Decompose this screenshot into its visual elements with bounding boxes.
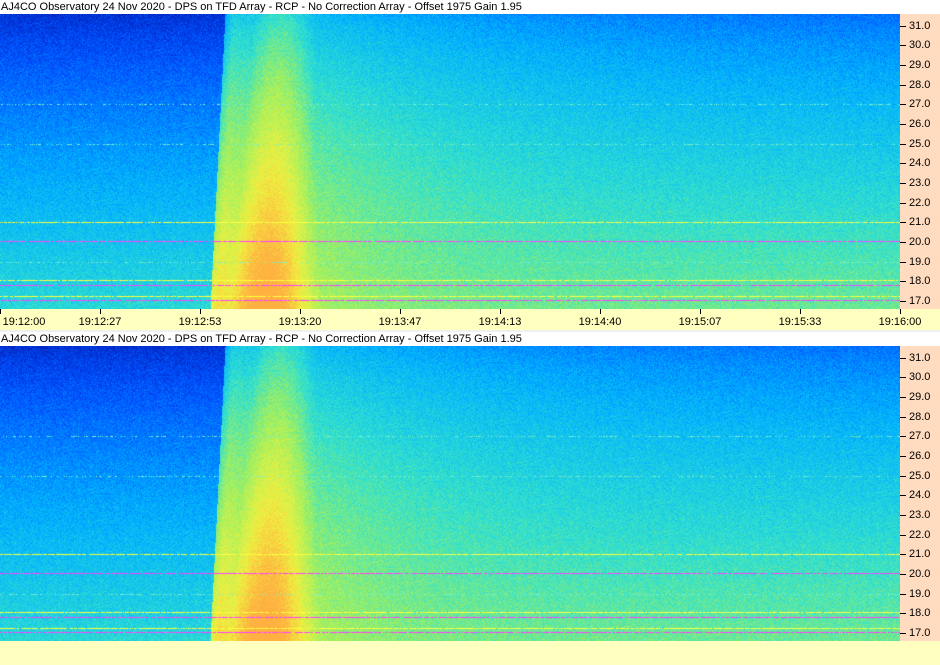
y-tick-label: 24.0 <box>909 157 931 170</box>
y-tick <box>900 377 906 379</box>
time-axis <box>0 641 940 665</box>
x-tick-label: 19:16:00 <box>878 316 922 328</box>
y-tick-label: 26.0 <box>909 450 931 463</box>
y-tick-label: 28.0 <box>909 78 931 91</box>
y-tick <box>900 45 906 47</box>
y-tick <box>900 261 906 263</box>
y-tick <box>900 84 906 86</box>
x-tick <box>0 309 1 314</box>
y-tick <box>900 593 906 595</box>
frequency-axis: 31.0 30.0 29.0 28.0 27.0 26.0 25.0 24.0 23.0 22.0… <box>900 346 940 641</box>
x-tick <box>200 309 201 314</box>
panel-title: AJ4CO Observatory 24 Nov 2020 - DPS on T… <box>0 0 940 14</box>
y-tick-label: 25.0 <box>909 469 931 482</box>
y-tick <box>900 104 906 106</box>
y-tick <box>900 281 906 283</box>
y-tick <box>900 633 906 635</box>
frequency-axis: 31.0 30.0 29.0 28.0 27.0 26.0 25.0 24.0 23.0 22.0… <box>900 14 940 309</box>
time-axis: 19:12:00 19:12:27 19:12:53 19:13:20 19:13:47… <box>0 309 940 330</box>
y-tick <box>900 202 906 204</box>
y-tick <box>900 456 906 458</box>
y-tick-label: 18.0 <box>909 275 931 288</box>
x-tick-label: 19:13:47 <box>378 316 422 328</box>
y-tick <box>900 183 906 185</box>
y-tick-label: 19.0 <box>909 587 931 600</box>
y-tick-label: 19.0 <box>909 255 931 268</box>
y-tick <box>900 163 906 165</box>
x-tick-label: 19:15:07 <box>678 316 722 328</box>
x-tick <box>300 309 301 314</box>
y-tick-label: 20.0 <box>909 236 931 249</box>
y-tick <box>900 143 906 145</box>
y-tick-label: 18.0 <box>909 607 931 620</box>
y-tick <box>900 357 906 359</box>
y-tick <box>900 25 906 27</box>
y-tick <box>900 515 906 517</box>
y-tick <box>900 613 906 615</box>
y-tick <box>900 534 906 536</box>
x-tick <box>100 309 101 314</box>
y-tick <box>900 242 906 244</box>
y-tick <box>900 475 906 477</box>
x-tick <box>600 309 601 314</box>
y-tick-label: 17.0 <box>909 295 931 308</box>
y-tick-label: 27.0 <box>909 430 931 443</box>
y-tick <box>900 222 906 224</box>
y-tick-label: 29.0 <box>909 59 931 72</box>
spectrogram-canvas[interactable] <box>0 14 900 309</box>
y-tick-label: 21.0 <box>909 548 931 561</box>
y-tick <box>900 436 906 438</box>
y-tick <box>900 574 906 576</box>
y-tick <box>900 416 906 418</box>
y-tick-label: 22.0 <box>909 528 931 541</box>
x-tick <box>400 309 401 314</box>
y-tick-label: 17.0 <box>909 627 931 640</box>
y-tick-label: 27.0 <box>909 98 931 111</box>
y-tick <box>900 65 906 67</box>
y-tick-label: 31.0 <box>909 19 931 32</box>
y-tick-label: 28.0 <box>909 410 931 423</box>
x-tick <box>900 309 901 314</box>
panel-title: AJ4CO Observatory 24 Nov 2020 - DPS on T… <box>0 332 940 346</box>
y-tick-label: 30.0 <box>909 371 931 384</box>
y-tick-label: 23.0 <box>909 177 931 190</box>
y-tick <box>900 554 906 556</box>
y-tick <box>900 301 906 303</box>
spectrogram-panel-1: AJ4CO Observatory 24 Nov 2020 - DPS on T… <box>0 0 940 331</box>
y-tick-label: 20.0 <box>909 568 931 581</box>
y-tick-label: 22.0 <box>909 196 931 209</box>
y-tick-label: 23.0 <box>909 509 931 522</box>
spectrogram-canvas[interactable] <box>0 346 900 641</box>
y-tick-label: 21.0 <box>909 216 931 229</box>
y-tick-label: 29.0 <box>909 391 931 404</box>
x-tick <box>500 309 501 314</box>
y-tick <box>900 397 906 399</box>
y-tick-label: 25.0 <box>909 137 931 150</box>
x-tick <box>700 309 701 314</box>
x-tick-label: 19:12:27 <box>78 316 122 328</box>
spectrogram-panel-2: AJ4CO Observatory 24 Nov 2020 - DPS on T… <box>0 332 940 665</box>
y-tick <box>900 495 906 497</box>
x-tick-label: 19:14:40 <box>578 316 622 328</box>
x-tick-label: 19:15:33 <box>778 316 822 328</box>
y-tick-label: 24.0 <box>909 489 931 502</box>
x-tick-label: 19:12:53 <box>178 316 222 328</box>
y-tick-label: 26.0 <box>909 118 931 131</box>
x-tick-label: 19:12:00 <box>2 316 46 328</box>
x-tick-label: 19:14:13 <box>478 316 522 328</box>
x-tick <box>800 309 801 314</box>
y-tick <box>900 124 906 126</box>
x-tick-label: 19:13:20 <box>278 316 322 328</box>
y-tick-label: 30.0 <box>909 39 931 52</box>
y-tick-label: 31.0 <box>909 351 931 364</box>
